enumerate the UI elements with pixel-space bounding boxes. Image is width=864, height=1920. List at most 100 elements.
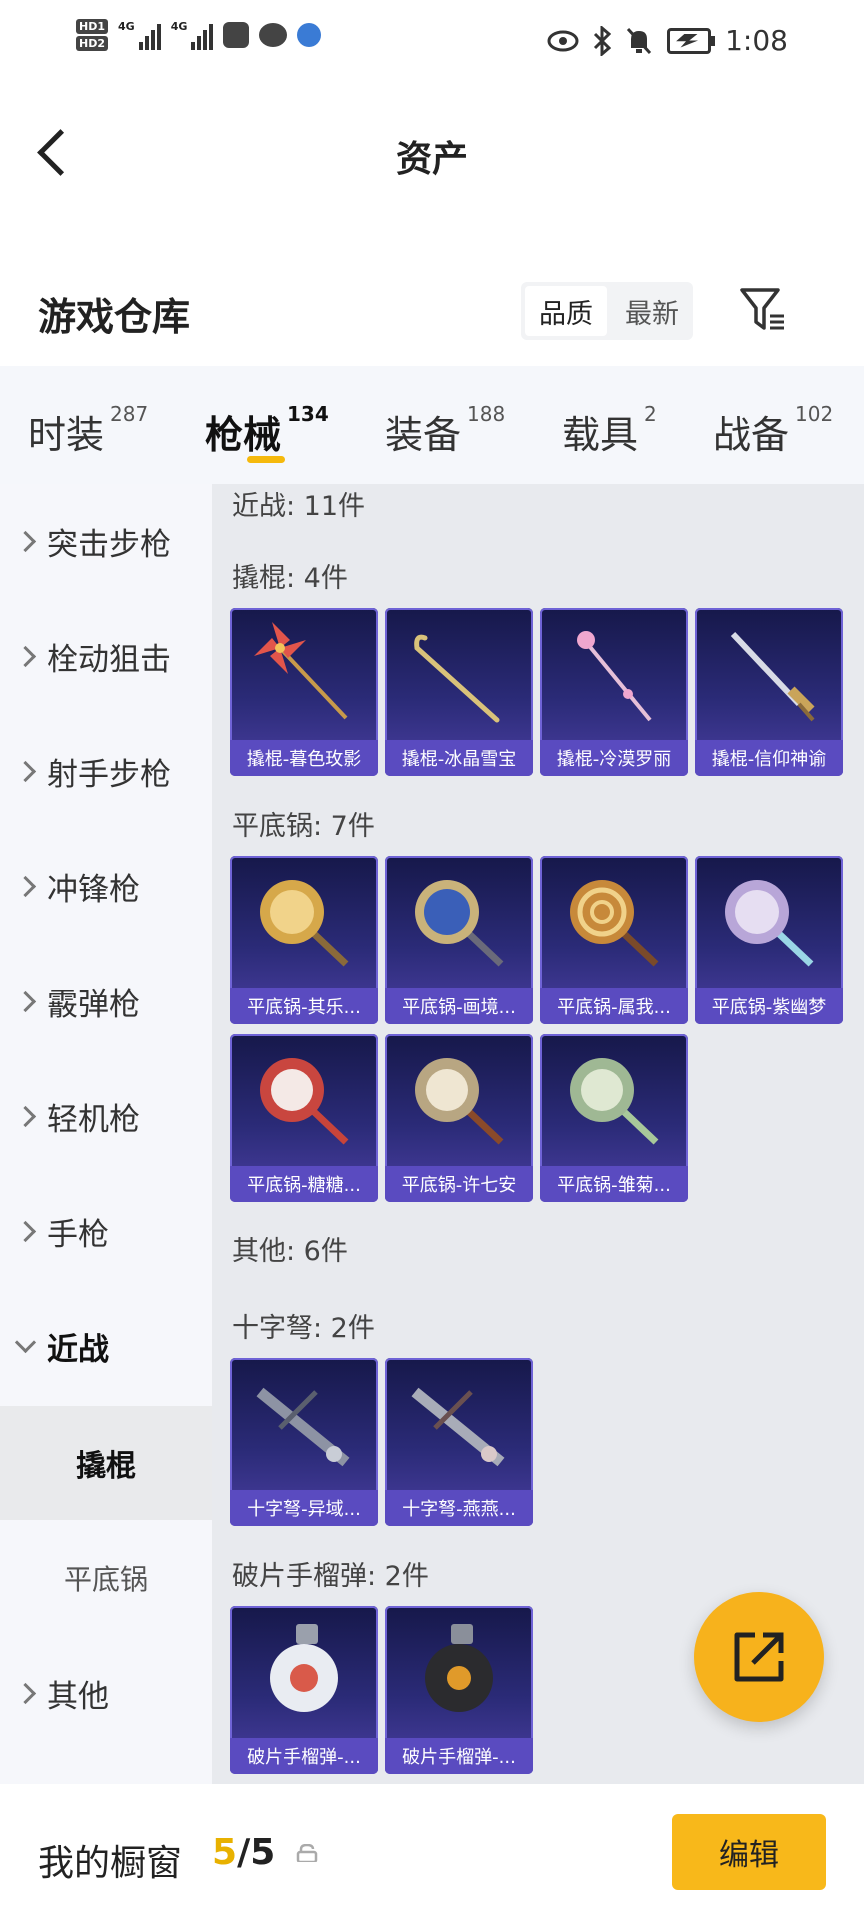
group-label-crossbow: 十字弩: 2件 xyxy=(232,1313,375,1344)
category-tabs: 时装 287 枪械 134 装备 188 载具 2 战备 102 xyxy=(0,366,864,484)
item-card[interactable]: 撬棍-暮色玫影 xyxy=(230,608,378,776)
item-card[interactable]: 平底锅-画境... xyxy=(385,856,533,1024)
item-name: 撬棍-冷漠罗丽 xyxy=(540,740,688,776)
wand-crowbar-icon xyxy=(577,631,652,722)
sort-newest-button[interactable]: 最新 xyxy=(611,282,693,340)
item-card[interactable]: 平底锅-属我... xyxy=(540,856,688,1024)
chevron-right-icon xyxy=(14,645,37,667)
warehouse-header: 游戏仓库 品质 最新 xyxy=(0,270,864,360)
pinwheel-crowbar-icon xyxy=(254,622,348,720)
showcase-bar: 我的橱窗 5/5 编辑 xyxy=(0,1786,864,1920)
sort-quality-button[interactable]: 品质 xyxy=(525,286,607,336)
weapon-type-sidebar: 突击步枪 栓动狙击 射手步枪 冲锋枪 霰弹枪 轻机枪 手枪 近战 撬棍 平底锅 … xyxy=(0,484,212,1784)
item-card[interactable]: 撬棍-信仰神谕 xyxy=(695,608,843,776)
edit-button[interactable]: 编辑 xyxy=(672,1814,826,1890)
mute-icon xyxy=(627,27,652,54)
item-name: 平底锅-其乐... xyxy=(230,988,378,1024)
sort-toggle: 品质 最新 xyxy=(521,282,693,340)
ice-crowbar-icon xyxy=(414,634,500,723)
item-card[interactable]: 十字弩-异域... xyxy=(230,1358,378,1526)
section-header-melee: 近战: 11件 xyxy=(232,491,366,522)
item-name: 平底锅-属我... xyxy=(540,988,688,1024)
silver-pan-icon xyxy=(415,1058,504,1145)
sidebar-item-marksman-rifle[interactable]: 射手步枪 xyxy=(0,714,212,828)
blue-pan-icon xyxy=(415,880,504,967)
active-tab-indicator xyxy=(247,456,285,463)
share-button[interactable] xyxy=(694,1592,824,1722)
eye-icon xyxy=(547,30,579,51)
chevron-right-icon xyxy=(14,990,37,1012)
showcase-title: 我的橱窗 xyxy=(38,1843,183,1884)
item-card[interactable]: 平底锅-雏菊... xyxy=(540,1034,688,1202)
item-name: 撬棍-冰晶雪宝 xyxy=(385,740,533,776)
item-name: 平底锅-许七安 xyxy=(385,1166,533,1202)
tab-equipment[interactable]: 装备 188 xyxy=(385,402,505,459)
warehouse-title: 游戏仓库 xyxy=(38,295,191,339)
item-grid: 近战: 11件 撬棍: 4件 撬棍-暮色玫影 撬棍-冰晶雪宝 撬棍-冷漠罗丽 撬… xyxy=(212,484,864,1784)
item-name: 十字弩-燕燕... xyxy=(385,1490,533,1526)
item-name: 平底锅-画境... xyxy=(385,988,533,1024)
group-label-pan: 平底锅: 7件 xyxy=(232,811,375,842)
item-card[interactable]: 破片手榴弹-... xyxy=(385,1606,533,1774)
chat-icon xyxy=(259,23,288,47)
bluetooth-icon xyxy=(594,25,612,56)
item-card[interactable]: 撬棍-冷漠罗丽 xyxy=(540,608,688,776)
lock-icon xyxy=(296,1844,318,1862)
item-card[interactable]: 破片手榴弹-... xyxy=(230,1606,378,1774)
browser-icon xyxy=(297,23,322,47)
grenade-icon xyxy=(270,1624,338,1712)
sidebar-item-shotgun[interactable]: 霰弹枪 xyxy=(0,944,212,1058)
app-icon xyxy=(223,22,250,48)
sidebar-item-lmg[interactable]: 轻机枪 xyxy=(0,1059,212,1173)
signal-icon: 4G xyxy=(118,20,161,50)
chevron-right-icon xyxy=(14,530,37,552)
item-card[interactable]: 平底锅-许七安 xyxy=(385,1034,533,1202)
item-name: 平底锅-糖糖... xyxy=(230,1166,378,1202)
group-label-crowbar: 撬棍: 4件 xyxy=(232,563,348,594)
chevron-down-icon xyxy=(14,1331,37,1353)
item-card[interactable]: 平底锅-紫幽梦 xyxy=(695,856,843,1024)
sidebar-subitem-crowbar[interactable]: 撬棍 xyxy=(0,1406,212,1520)
status-bar: HD1 HD2 4G 4G 1:08 xyxy=(0,0,864,86)
sidebar-item-other[interactable]: 其他 xyxy=(0,1636,212,1750)
tab-vehicles[interactable]: 载具 2 xyxy=(562,402,657,459)
sidebar-subitem-pan[interactable]: 平底锅 xyxy=(0,1521,212,1635)
sword-crowbar-icon xyxy=(730,631,815,722)
item-card[interactable]: 十字弩-燕燕... xyxy=(385,1358,533,1526)
item-card[interactable]: 撬棍-冰晶雪宝 xyxy=(385,608,533,776)
candy-pan-icon xyxy=(260,1058,349,1145)
tab-supplies[interactable]: 战备 102 xyxy=(713,402,833,459)
item-name: 撬棍-信仰神谕 xyxy=(695,740,843,776)
item-name: 破片手榴弹-... xyxy=(230,1738,378,1774)
item-name: 平底锅-雏菊... xyxy=(540,1166,688,1202)
item-name: 破片手榴弹-... xyxy=(385,1738,533,1774)
chevron-right-icon xyxy=(14,875,37,897)
crossbow-icon xyxy=(411,1387,505,1467)
purple-pan-icon xyxy=(725,880,814,967)
item-name: 十字弩-异域... xyxy=(230,1490,378,1526)
filter-icon[interactable] xyxy=(738,286,788,334)
tab-firearms[interactable]: 枪械 134 xyxy=(205,402,329,459)
share-external-icon xyxy=(734,1632,784,1682)
item-card[interactable]: 平底锅-糖糖... xyxy=(230,1034,378,1202)
section-header-other: 其他: 6件 xyxy=(232,1236,348,1267)
daisy-pan-icon xyxy=(570,1058,659,1145)
sidebar-item-pistol[interactable]: 手枪 xyxy=(0,1174,212,1288)
sidebar-item-melee[interactable]: 近战 xyxy=(0,1289,212,1403)
sidebar-item-smg[interactable]: 冲锋枪 xyxy=(0,829,212,943)
top-bar: 资产 xyxy=(0,100,864,210)
golden-pan-icon xyxy=(260,880,349,967)
hd-icon: HD1 HD2 xyxy=(76,18,108,52)
clock: 1:08 xyxy=(725,24,788,57)
signal-icon: 4G xyxy=(171,20,214,50)
tab-fashion[interactable]: 时装 287 xyxy=(28,402,148,459)
item-card[interactable]: 平底锅-其乐... xyxy=(230,856,378,1024)
crossbow-icon xyxy=(256,1387,350,1467)
sidebar-item-bolt-sniper[interactable]: 栓动狙击 xyxy=(0,599,212,713)
sidebar-item-assault-rifle[interactable]: 突击步枪 xyxy=(0,484,212,598)
item-name: 平底锅-紫幽梦 xyxy=(695,988,843,1024)
page-title: 资产 xyxy=(395,139,468,180)
chevron-right-icon xyxy=(14,1682,37,1704)
chevron-right-icon xyxy=(14,760,37,782)
spiral-pan-icon xyxy=(570,880,659,967)
